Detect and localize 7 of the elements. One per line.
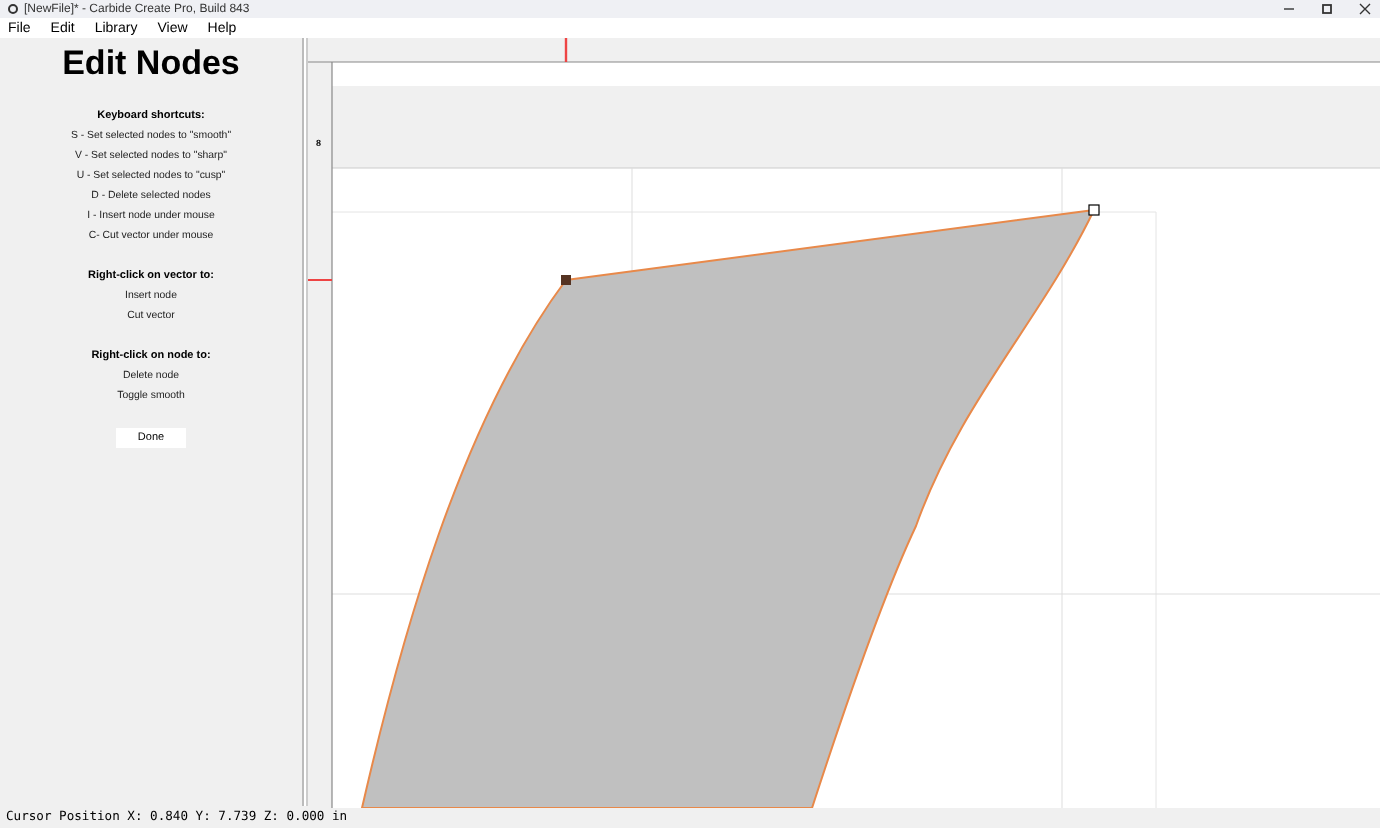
node-handle[interactable]: [1088, 204, 1100, 216]
node-handle[interactable]: [561, 275, 571, 285]
minimize-icon[interactable]: [1282, 2, 1296, 16]
panel-title: Edit Nodes: [62, 44, 240, 84]
app-icon: [8, 4, 18, 14]
restore-icon[interactable]: [1320, 2, 1334, 16]
close-icon[interactable]: [1358, 2, 1372, 16]
